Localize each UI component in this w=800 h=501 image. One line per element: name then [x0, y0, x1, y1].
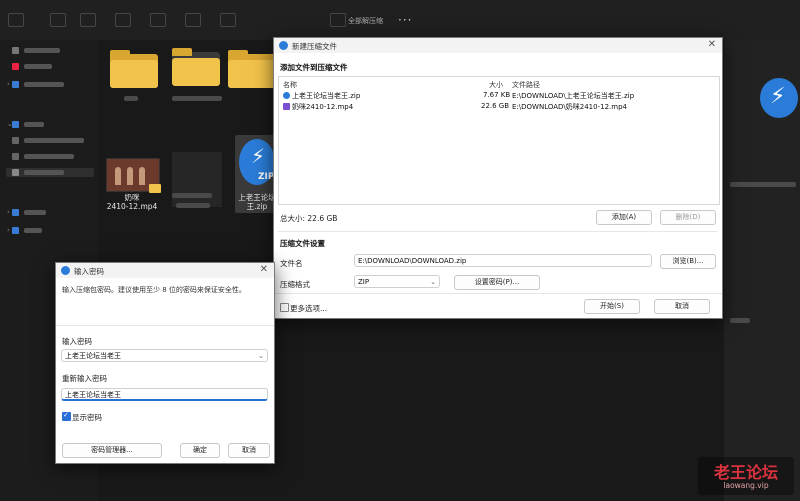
divider [274, 293, 722, 294]
video-thumbnail[interactable] [106, 158, 161, 193]
file-label-blurred [172, 96, 222, 101]
nav-item-selected[interactable] [6, 168, 94, 177]
chevron-right-icon[interactable]: › [7, 208, 10, 216]
watermark-title: 老王论坛 [713, 463, 778, 482]
file-label-blurred [124, 96, 138, 101]
chevron-down-icon[interactable]: ⌄ [430, 276, 436, 289]
delete-icon[interactable] [220, 13, 236, 27]
zip-file-icon [283, 92, 290, 99]
cut-icon[interactable] [50, 13, 66, 27]
more-options-checkbox[interactable] [280, 303, 289, 312]
new-icon[interactable] [8, 13, 24, 27]
zip-badge: ZIP [258, 172, 275, 182]
show-password-checkbox[interactable] [62, 411, 71, 421]
start-button[interactable]: 开始(S) [584, 299, 640, 314]
add-button[interactable]: 添加(A) [596, 210, 652, 225]
password-description: 输入压缩包密码。建议使用至少 8 位的密码来保证安全性。 [62, 286, 246, 294]
more-options-label[interactable]: 更多选项... [290, 303, 327, 314]
rename-icon[interactable] [150, 13, 166, 27]
extract-all-label[interactable]: 全部解压缩 [348, 16, 383, 26]
chevron-down-icon[interactable]: ⌄ [258, 350, 264, 363]
cancel-button[interactable]: 取消 [654, 299, 710, 314]
folder-icon[interactable] [172, 48, 220, 86]
app-icon [279, 41, 288, 50]
file-label-blurred [172, 193, 212, 198]
row-size: 7.67 KB [483, 91, 511, 99]
ok-button[interactable]: 确定 [180, 443, 220, 458]
video-badge-icon [149, 184, 161, 193]
row-size: 22.6 GB [481, 102, 510, 110]
filename-label: 文件名 [280, 259, 303, 268]
details-blurred-text [730, 182, 796, 187]
folder-icon[interactable] [110, 50, 158, 88]
more-options-icon[interactable]: ··· [398, 13, 412, 27]
share-icon[interactable] [185, 13, 201, 27]
column-header-path[interactable]: 文件路径 [512, 80, 540, 90]
enter-password-label: 输入密码 [62, 337, 92, 346]
extract-icon[interactable] [330, 13, 346, 27]
password-dialog: 输入密码 ✕ 输入压缩包密码。建议使用至少 8 位的密码来保证安全性。 输入密码… [55, 262, 275, 464]
file-list[interactable]: 名称 大小 文件路径 上老王论坛当老王.zip 7.67 KB E:\DOWNL… [278, 76, 720, 205]
row-name[interactable]: 奶咪2410-12.mp4 [292, 102, 353, 112]
explorer-toolbar: 全部解压缩 ··· [0, 0, 800, 41]
lightning-icon: ⚡ [251, 144, 266, 168]
file-label[interactable]: 上老王论坛 王.zip [236, 193, 278, 211]
password-dialog-titlebar[interactable]: 输入密码 ✕ [56, 263, 274, 278]
password-dialog-title: 输入密码 [74, 267, 104, 276]
close-icon[interactable]: ✕ [708, 39, 716, 50]
divider [56, 325, 274, 326]
browse-button[interactable]: 浏览(B)... [660, 254, 716, 269]
row-path: E:\DOWNLOAD\奶咪2410-12.mp4 [512, 103, 627, 111]
watermark-url: laowang.vip [723, 481, 769, 490]
file-label[interactable]: 奶咪 2410-12.mp4 [102, 193, 162, 211]
total-size: 总大小: 22.6 GB [280, 214, 338, 223]
password-value: 上老王论坛当老王 [65, 352, 121, 360]
divider [278, 231, 718, 232]
compress-dialog-title: 新建压缩文件 [292, 42, 337, 51]
row-path: E:\DOWNLOAD\上老王论坛当老王.zip [512, 92, 635, 100]
format-value: ZIP [358, 278, 370, 286]
compress-dialog: 新建压缩文件 ✕ 添加文件到压缩文件 名称 大小 文件路径 上老王论坛当老王.z… [273, 37, 723, 319]
section-archive-settings: 压缩文件设置 [280, 239, 325, 248]
watermark: 老王论坛 laowang.vip [698, 457, 794, 495]
confirm-password-input[interactable]: 上老王论坛当老王 [61, 388, 268, 401]
row-name[interactable]: 上老王论坛当老王.zip [292, 91, 360, 101]
chevron-right-icon[interactable]: › [7, 226, 10, 234]
password-manager-button[interactable]: 密码管理器... [62, 443, 162, 458]
format-label: 压缩格式 [280, 280, 310, 289]
set-password-button[interactable]: 设置密码(P)... [454, 275, 540, 290]
format-select[interactable]: ZIP ⌄ [354, 275, 440, 288]
password-input[interactable]: 上老王论坛当老王 ⌄ [61, 349, 268, 362]
reenter-password-label: 重新输入密码 [62, 374, 107, 383]
blurred-thumbnail[interactable] [172, 152, 222, 207]
delete-button[interactable]: 删除(D) [660, 210, 716, 225]
zip-preview-icon: ⚡ [760, 78, 798, 118]
section-add-files: 添加文件到压缩文件 [280, 63, 348, 72]
file-label-blurred [176, 203, 210, 208]
chevron-right-icon[interactable]: › [7, 80, 10, 88]
close-icon[interactable]: ✕ [260, 264, 268, 275]
video-file-icon [283, 103, 290, 110]
show-password-label[interactable]: 显示密码 [72, 412, 102, 423]
column-header-size[interactable]: 大小 [489, 80, 503, 90]
copy-icon[interactable] [80, 13, 96, 27]
cancel-button[interactable]: 取消 [228, 443, 270, 458]
compress-dialog-titlebar[interactable]: 新建压缩文件 ✕ [274, 38, 722, 53]
details-blurred-text [730, 318, 750, 323]
filename-input[interactable]: E:\DOWNLOAD\DOWNLOAD.zip [354, 254, 652, 267]
folder-icon[interactable] [228, 50, 276, 88]
paste-icon[interactable] [115, 13, 131, 27]
app-icon [61, 266, 70, 275]
column-header-name[interactable]: 名称 [283, 80, 297, 90]
